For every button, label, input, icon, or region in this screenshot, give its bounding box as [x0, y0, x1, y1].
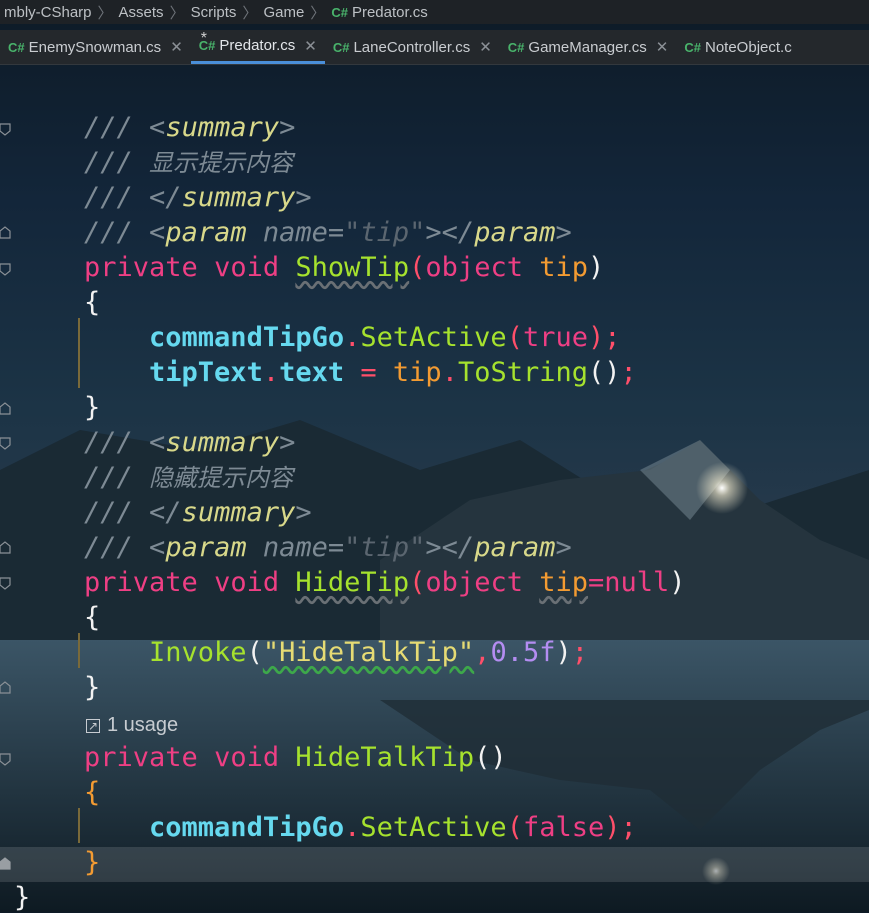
code-editor[interactable]: /// <summary> /// 显示提示内容 /// </summary> …	[0, 64, 869, 913]
breadcrumb-file[interactable]: C# Predator.cs	[327, 4, 432, 21]
code-line: private void HideTalkTip()	[84, 742, 507, 773]
fold-icon[interactable]	[0, 122, 12, 136]
csharp-file-icon: C#	[332, 39, 350, 55]
modified-indicator: *	[200, 30, 207, 47]
breadcrumb-assets[interactable]: Assets	[115, 4, 168, 21]
tab-label: GameManager.cs	[528, 38, 647, 56]
usage-count: 1 usage	[107, 714, 179, 736]
csharp-file-icon: C#	[684, 39, 701, 55]
tab-label: NoteObject.c	[705, 38, 792, 56]
tab-label: EnemySnowman.cs	[28, 38, 162, 56]
code-line: private void ShowTip(object tip)	[84, 252, 605, 283]
tab-predator[interactable]: * C# Predator.cs ✕	[190, 30, 325, 64]
code-line: /// <summary>	[84, 112, 296, 143]
csharp-file-icon: C#	[507, 39, 525, 55]
code-line: }	[84, 847, 101, 878]
fold-icon[interactable]	[0, 262, 12, 276]
code-line: /// </summary>	[84, 497, 312, 528]
chevron-right-icon: 〉	[310, 4, 326, 22]
tab-enemy-snowman[interactable]: C# EnemySnowman.cs ✕	[0, 30, 191, 64]
code-line: /// 显示提示内容	[84, 147, 294, 178]
external-link-icon: ↗	[86, 718, 100, 733]
class-closing-brace: }	[14, 882, 31, 913]
indent-guide	[78, 633, 80, 668]
code-line: /// <param name="tip"></param>	[84, 217, 572, 248]
code-line: /// <param name="tip"></param>	[84, 532, 572, 563]
fold-icon[interactable]	[0, 752, 12, 766]
indent-guide	[78, 808, 80, 843]
code-line: private void HideTip(object tip=null)	[84, 567, 686, 598]
code-line: {	[84, 602, 101, 633]
code-line: /// <summary>	[84, 427, 296, 458]
chevron-right-icon: 〉	[169, 4, 185, 22]
tab-game-manager[interactable]: C# GameManager.cs ✕	[500, 30, 677, 64]
fold-icon[interactable]	[0, 541, 12, 555]
code-line: tipText.text = tip.ToString();	[149, 357, 637, 388]
tab-note-object[interactable]: C# NoteObject.c	[676, 30, 799, 64]
usage-hint[interactable]: ↗ 1 usage	[86, 714, 178, 737]
fold-icon[interactable]	[0, 436, 12, 450]
breadcrumb-project[interactable]: mbly-CSharp	[0, 4, 96, 21]
csharp-file-icon: C#	[8, 39, 25, 55]
code-line: }	[84, 392, 101, 423]
code-line: {	[84, 287, 101, 318]
code-line: /// 隐藏提示内容	[84, 462, 294, 493]
fold-icon[interactable]	[0, 681, 12, 695]
fold-icon[interactable]	[0, 226, 12, 240]
code-line: commandTipGo.SetActive(false);	[149, 812, 637, 843]
code-line: commandTipGo.SetActive(true);	[149, 322, 621, 353]
editor-tab-bar: C# EnemySnowman.cs ✕ * C# Predator.cs ✕ …	[0, 30, 869, 65]
close-icon[interactable]: ✕	[479, 38, 492, 56]
current-line-highlight	[0, 847, 869, 882]
chevron-right-icon: 〉	[97, 4, 113, 22]
fold-icon[interactable]	[0, 402, 12, 416]
code-line: /// </summary>	[84, 182, 312, 213]
close-icon[interactable]: ✕	[170, 38, 183, 56]
indent-guide	[78, 318, 80, 388]
fold-icon[interactable]	[0, 576, 12, 590]
close-icon[interactable]: ✕	[304, 37, 317, 55]
code-line: Invoke("HideTalkTip",0.5f);	[149, 637, 588, 668]
tab-label: Predator.cs	[219, 37, 296, 54]
code-line: }	[84, 672, 101, 703]
code-line: {	[84, 777, 101, 808]
chevron-right-icon: 〉	[242, 4, 258, 22]
close-icon[interactable]: ✕	[656, 38, 669, 56]
breadcrumb: mbly-CSharp 〉 Assets 〉 Scripts 〉 Game 〉 …	[0, 0, 869, 24]
tab-label: LaneController.cs	[353, 38, 471, 56]
breadcrumb-scripts[interactable]: Scripts	[187, 4, 241, 21]
breadcrumb-game[interactable]: Game	[259, 4, 308, 21]
tab-lane-controller[interactable]: C# LaneController.cs ✕	[325, 30, 500, 64]
breadcrumb-file-label: Predator.cs	[351, 3, 428, 21]
csharp-file-icon: C#	[331, 4, 348, 20]
